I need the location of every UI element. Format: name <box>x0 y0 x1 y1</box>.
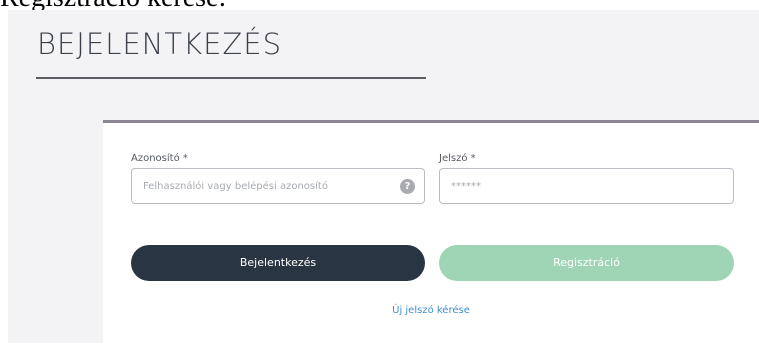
password-input[interactable] <box>451 178 721 194</box>
question-mark-icon[interactable]: ? <box>400 179 415 194</box>
login-button[interactable]: Bejelentkezés <box>131 245 425 281</box>
page-title: BEJELENTKEZÉS <box>37 27 283 61</box>
title-underline <box>36 77 426 79</box>
password-field-container <box>439 168 734 204</box>
register-button[interactable]: Regisztráció <box>439 245 734 281</box>
username-field-container: ? <box>131 168 425 204</box>
forgot-password-link[interactable]: Új jelszó kérése <box>103 305 759 316</box>
username-label: Azonosító * <box>131 153 188 164</box>
username-input[interactable] <box>143 178 383 194</box>
login-card: Azonosító * ? Jelszó * Bejelentkezés Reg… <box>103 120 759 346</box>
password-label: Jelszó * <box>439 153 476 164</box>
